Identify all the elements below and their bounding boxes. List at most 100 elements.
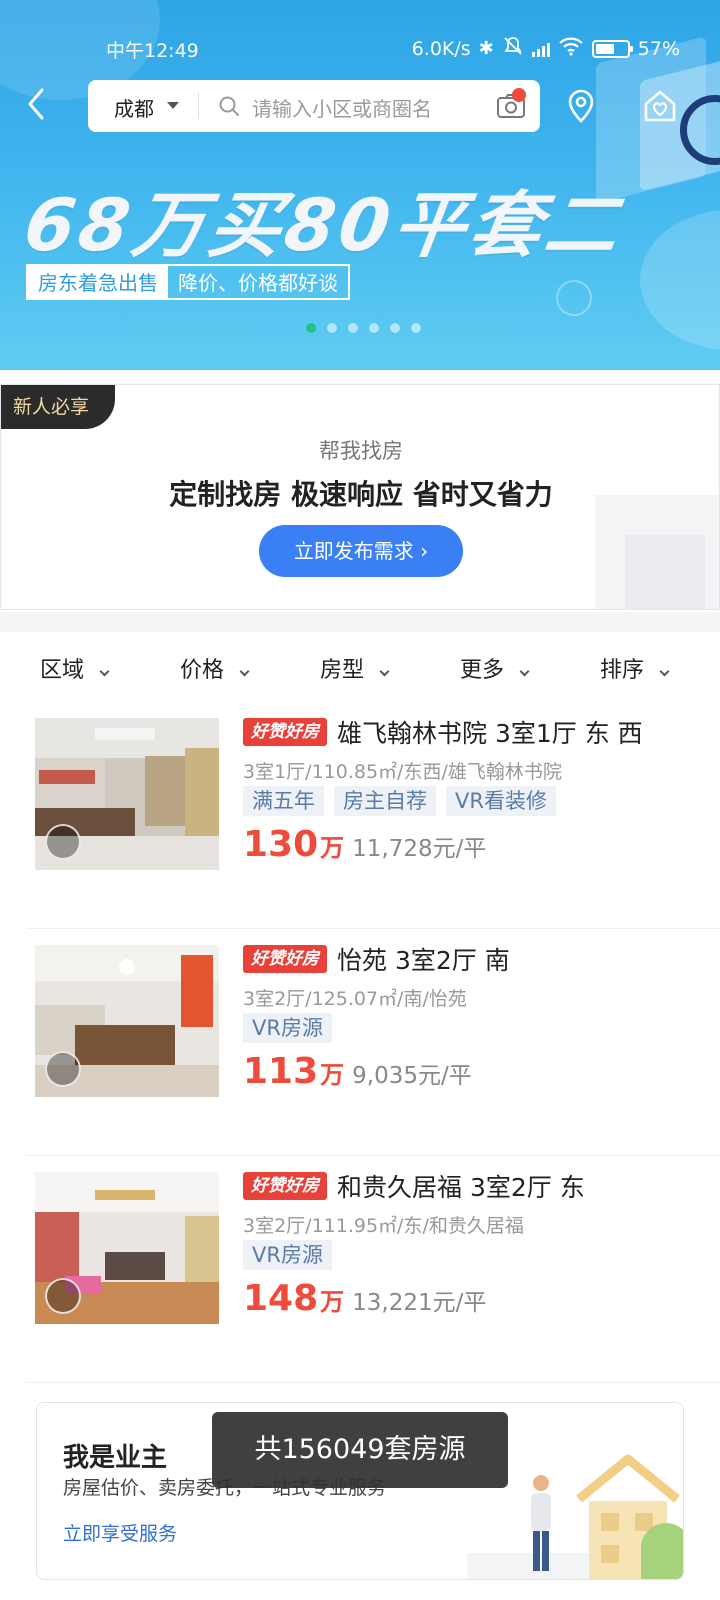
quality-badge: 好赞好房 bbox=[243, 1172, 327, 1200]
listing-item[interactable]: 好赞好房 怡苑 3室2厅 南 3室2厅/125.07㎡/南/怡苑 VR房源 11… bbox=[0, 929, 720, 1156]
filter-label: 价格 bbox=[180, 658, 225, 683]
listing-photo[interactable] bbox=[35, 1172, 219, 1324]
listing-title: 雄飞翰林书院 3室1厅 东 西 bbox=[337, 719, 643, 748]
carousel-dot bbox=[390, 323, 400, 333]
listing-price: 148万 13,221元/平 bbox=[243, 1278, 486, 1319]
filter-label: 更多 bbox=[460, 658, 505, 683]
listing-tag: VR看装修 bbox=[446, 786, 556, 816]
quality-badge: 好赞好房 bbox=[243, 718, 327, 746]
listing-tags: 满五年 房主自荐 VR看装修 bbox=[243, 786, 556, 816]
chevron-down-icon bbox=[379, 666, 390, 677]
listing-tag: 满五年 bbox=[243, 786, 324, 816]
chevron-down-icon bbox=[519, 666, 530, 677]
listing-photo[interactable] bbox=[35, 945, 219, 1097]
banner-decoration bbox=[556, 280, 592, 316]
banner-headline: 68万买80平套二 bbox=[19, 183, 628, 267]
battery-icon bbox=[591, 39, 633, 58]
banner-decoration bbox=[640, 210, 720, 350]
unit-price: 9,035元/平 bbox=[352, 1063, 472, 1089]
carousel-dot bbox=[306, 323, 316, 333]
status-time: 中午12:49 bbox=[106, 40, 199, 62]
chevron-left-icon bbox=[28, 88, 44, 120]
publish-demand-button[interactable]: 立即发布需求 › bbox=[259, 525, 463, 577]
banner-tagline: 房东着急出售 降价、价格都好谈 bbox=[26, 264, 350, 300]
promo-subtitle: 帮我找房 bbox=[319, 439, 403, 463]
listing-tags: VR房源 bbox=[243, 1013, 332, 1043]
filter-label: 排序 bbox=[600, 658, 645, 683]
filter-area[interactable]: 区域 bbox=[0, 632, 140, 702]
listing-tag: VR房源 bbox=[243, 1013, 332, 1043]
total-price: 130 bbox=[243, 824, 319, 865]
chevron-down-icon bbox=[99, 666, 110, 677]
notification-dot bbox=[512, 88, 526, 102]
vr-icon bbox=[45, 824, 81, 860]
listing-count-toast: 共156049套房源 bbox=[212, 1412, 508, 1488]
listing-title: 和贵久居福 3室2厅 东 bbox=[337, 1173, 585, 1202]
filter-layout[interactable]: 房型 bbox=[280, 632, 420, 702]
house-favorite-icon[interactable] bbox=[642, 88, 678, 124]
search-icon bbox=[218, 95, 240, 117]
search-bar[interactable]: 成都 请输入小区或商圈名 bbox=[88, 80, 540, 132]
listing-price: 113万 9,035元/平 bbox=[243, 1051, 472, 1092]
carousel-dot bbox=[369, 323, 379, 333]
filter-label: 区域 bbox=[40, 658, 85, 683]
chevron-down-icon bbox=[239, 666, 250, 677]
status-bar: 中午12:49 6.0K/s ✱ 57% bbox=[0, 30, 720, 66]
filter-bar: 区域 价格 房型 更多 排序 bbox=[0, 632, 720, 702]
back-button[interactable] bbox=[20, 84, 54, 124]
filter-label: 房型 bbox=[320, 658, 365, 683]
carousel-dot bbox=[411, 323, 421, 333]
signal-icon bbox=[531, 41, 550, 57]
price-unit: 万 bbox=[320, 1061, 345, 1089]
listing-meta: 3室1厅/110.85㎡/东西/雄飞翰林书院 bbox=[243, 761, 562, 783]
owner-title: 我是业主 bbox=[63, 1443, 168, 1473]
new-user-badge: 新人必享 bbox=[1, 385, 115, 429]
promo-title: 定制找房 极速响应 省时又省力 bbox=[169, 478, 553, 511]
filter-price[interactable]: 价格 bbox=[140, 632, 280, 702]
bluetooth-icon: ✱ bbox=[478, 38, 494, 59]
building-illustration bbox=[625, 535, 705, 609]
find-house-card: 新人必享 帮我找房 定制找房 极速响应 省时又省力 立即发布需求 › bbox=[0, 384, 720, 610]
owner-service-link[interactable]: 立即享受服务 bbox=[63, 1519, 177, 1546]
listing-tag: 房主自荐 bbox=[334, 786, 436, 816]
quality-badge: 好赞好房 bbox=[243, 945, 327, 973]
section-gap bbox=[0, 612, 720, 632]
net-speed: 6.0K/s bbox=[411, 37, 471, 60]
unit-price: 13,221元/平 bbox=[352, 1290, 487, 1316]
person-illustration bbox=[521, 1473, 561, 1577]
chevron-down-icon bbox=[659, 666, 670, 677]
listing-photo[interactable] bbox=[35, 718, 219, 870]
filter-more[interactable]: 更多 bbox=[420, 632, 560, 702]
listing-item[interactable]: 好赞好房 和贵久居福 3室2厅 东 3室2厅/111.95㎡/东/和贵久居福 V… bbox=[0, 1156, 720, 1383]
price-unit: 万 bbox=[320, 834, 345, 862]
banner-tag-right: 降价、价格都好谈 bbox=[178, 271, 338, 295]
vr-icon bbox=[45, 1278, 81, 1314]
vr-icon bbox=[45, 1051, 81, 1087]
listing-meta: 3室2厅/111.95㎡/东/和贵久居福 bbox=[243, 1215, 524, 1237]
total-price: 113 bbox=[243, 1051, 319, 1092]
listing-title: 怡苑 3室2厅 南 bbox=[337, 946, 510, 975]
divider bbox=[26, 1382, 720, 1383]
caret-down-icon[interactable] bbox=[167, 102, 179, 109]
status-icons: 6.0K/s ✱ 57% bbox=[412, 36, 680, 61]
carousel-dot bbox=[327, 323, 337, 333]
carousel-indicator bbox=[306, 323, 421, 333]
filter-sort[interactable]: 排序 bbox=[560, 632, 700, 702]
total-price: 148 bbox=[243, 1278, 319, 1319]
bush-illustration bbox=[641, 1523, 683, 1579]
listing-tags: VR房源 bbox=[243, 1240, 332, 1270]
mute-icon bbox=[502, 36, 524, 61]
search-input[interactable]: 请输入小区或商圈名 bbox=[252, 93, 432, 122]
listing-meta: 3室2厅/125.07㎡/南/怡苑 bbox=[243, 988, 467, 1010]
unit-price: 11,728元/平 bbox=[352, 836, 487, 862]
listing-tag: VR房源 bbox=[243, 1240, 332, 1270]
banner-tag-left: 房东着急出售 bbox=[28, 266, 168, 298]
location-pin-icon[interactable] bbox=[565, 88, 597, 124]
listing-price: 130万 11,728元/平 bbox=[243, 824, 486, 865]
search-divider bbox=[198, 93, 199, 119]
price-unit: 万 bbox=[320, 1288, 345, 1316]
battery-level: 57% bbox=[637, 37, 680, 60]
listing-item[interactable]: 好赞好房 雄飞翰林书院 3室1厅 东 西 3室1厅/110.85㎡/东西/雄飞翰… bbox=[0, 702, 720, 929]
city-selector[interactable]: 成都 bbox=[114, 93, 154, 122]
wifi-icon bbox=[558, 36, 584, 61]
